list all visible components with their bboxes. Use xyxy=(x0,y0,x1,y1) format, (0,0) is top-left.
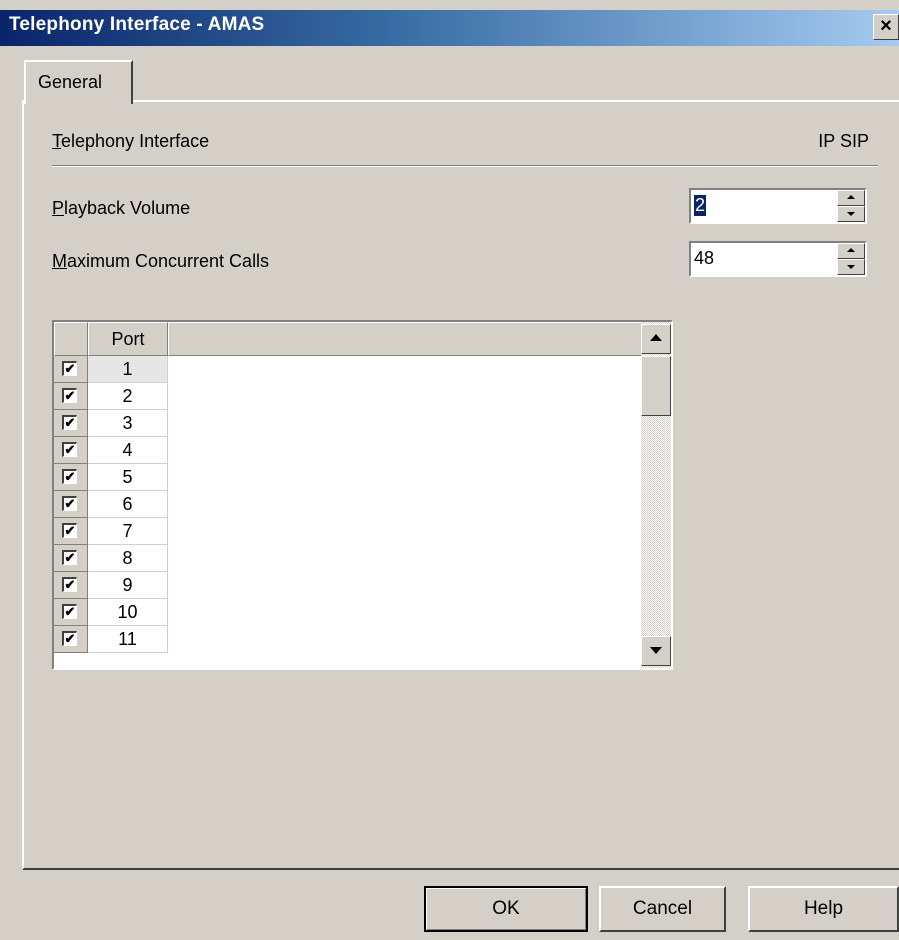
playback-volume-spinner[interactable]: 2 xyxy=(689,188,867,224)
port-enabled-checkbox[interactable]: ✔ xyxy=(62,631,77,646)
arrow-up-icon xyxy=(847,195,855,199)
column-header-port[interactable]: Port xyxy=(88,322,168,356)
checkmark-icon: ✔ xyxy=(64,577,76,592)
port-grid[interactable]: Port ✔ 1 ✔ 2 ✔ 3 ✔ 4 ✔ 5 ✔ 6 ✔ 7 ✔ 8 ✔ 9 ✔ 10 ✔ 11 xyxy=(52,320,673,670)
checkmark-icon: ✔ xyxy=(64,388,76,403)
tab-general-label: General xyxy=(38,72,103,92)
row-check-cell: ✔ xyxy=(54,518,88,545)
help-button[interactable]: Help xyxy=(748,886,899,932)
playback-volume-down-button[interactable] xyxy=(837,206,865,222)
checkmark-icon: ✔ xyxy=(64,550,76,565)
scroll-thumb[interactable] xyxy=(641,356,671,416)
max-calls-up-button[interactable] xyxy=(837,243,865,259)
arrow-down-icon xyxy=(847,265,855,269)
row-check-cell: ✔ xyxy=(54,491,88,518)
checkmark-icon: ✔ xyxy=(64,631,76,646)
column-header-blank[interactable] xyxy=(168,322,642,356)
port-enabled-checkbox[interactable]: ✔ xyxy=(62,496,77,511)
title-bar: Telephony Interface - AMAS × xyxy=(0,10,899,46)
close-button[interactable]: × xyxy=(873,14,899,40)
telephony-interface-label: Telephony Interface xyxy=(52,131,210,151)
table-row[interactable]: ✔ 5 xyxy=(54,464,642,491)
playback-volume-spin-buttons xyxy=(837,190,865,222)
cancel-button[interactable]: Cancel xyxy=(599,886,726,932)
port-number-cell: 2 xyxy=(88,383,168,410)
port-enabled-checkbox[interactable]: ✔ xyxy=(62,361,77,376)
playback-volume-up-button[interactable] xyxy=(837,190,865,206)
port-enabled-checkbox[interactable]: ✔ xyxy=(62,415,77,430)
table-row[interactable]: ✔ 6 xyxy=(54,491,642,518)
scroll-down-button[interactable] xyxy=(641,636,671,666)
row-check-cell: ✔ xyxy=(54,410,88,437)
max-concurrent-calls-spinner[interactable]: 48 xyxy=(689,241,867,277)
port-enabled-checkbox[interactable]: ✔ xyxy=(62,388,77,403)
port-number-cell: 6 xyxy=(88,491,168,518)
tab-general[interactable]: General xyxy=(24,60,133,104)
table-row[interactable]: ✔ 11 xyxy=(54,626,642,653)
table-row[interactable]: ✔ 2 xyxy=(54,383,642,410)
telephony-interface-value: IP SIP xyxy=(818,131,869,151)
table-row[interactable]: ✔ 10 xyxy=(54,599,642,626)
checkmark-icon: ✔ xyxy=(64,604,76,619)
port-enabled-checkbox[interactable]: ✔ xyxy=(62,469,77,484)
port-grid-header: Port xyxy=(54,322,642,356)
table-row[interactable]: ✔ 4 xyxy=(54,437,642,464)
table-row[interactable]: ✔ 7 xyxy=(54,518,642,545)
dialog-window: Telephony Interface - AMAS × General Tel… xyxy=(0,0,899,940)
ok-button[interactable]: OK xyxy=(424,886,588,932)
checkmark-icon: ✔ xyxy=(64,523,76,538)
column-header-check[interactable] xyxy=(54,322,88,356)
checkmark-icon: ✔ xyxy=(64,496,76,511)
port-grid-rows: ✔ 1 ✔ 2 ✔ 3 ✔ 4 ✔ 5 ✔ 6 ✔ 7 ✔ 8 ✔ 9 ✔ 10 ✔ 11 xyxy=(54,356,642,668)
row-check-cell: ✔ xyxy=(54,599,88,626)
scroll-up-button[interactable] xyxy=(641,324,671,354)
close-icon: × xyxy=(880,15,892,37)
max-calls-spin-buttons xyxy=(837,243,865,275)
max-calls-down-button[interactable] xyxy=(837,259,865,275)
port-number-cell: 5 xyxy=(88,464,168,491)
port-enabled-checkbox[interactable]: ✔ xyxy=(62,523,77,538)
arrow-up-icon xyxy=(650,334,662,341)
checkmark-icon: ✔ xyxy=(64,469,76,484)
port-number-cell: 11 xyxy=(88,626,168,653)
checkmark-icon: ✔ xyxy=(64,442,76,457)
table-row[interactable]: ✔ 9 xyxy=(54,572,642,599)
max-concurrent-calls-input[interactable]: 48 xyxy=(694,248,714,269)
table-row[interactable]: ✔ 1 xyxy=(54,356,642,383)
port-enabled-checkbox[interactable]: ✔ xyxy=(62,577,77,592)
row-check-cell: ✔ xyxy=(54,572,88,599)
checkmark-icon: ✔ xyxy=(64,361,76,376)
port-number-cell: 8 xyxy=(88,545,168,572)
port-number-cell: 10 xyxy=(88,599,168,626)
playback-volume-label: Playback Volume xyxy=(52,198,191,218)
port-number-cell: 1 xyxy=(88,356,168,383)
section-divider xyxy=(52,165,878,167)
port-enabled-checkbox[interactable]: ✔ xyxy=(62,442,77,457)
port-number-cell: 9 xyxy=(88,572,168,599)
table-row[interactable]: ✔ 8 xyxy=(54,545,642,572)
arrow-up-icon xyxy=(847,248,855,252)
table-row[interactable]: ✔ 3 xyxy=(54,410,642,437)
row-check-cell: ✔ xyxy=(54,626,88,653)
row-check-cell: ✔ xyxy=(54,545,88,572)
port-number-cell: 4 xyxy=(88,437,168,464)
checkmark-icon: ✔ xyxy=(64,415,76,430)
port-grid-scrollbar[interactable] xyxy=(641,322,671,668)
row-check-cell: ✔ xyxy=(54,437,88,464)
port-number-cell: 7 xyxy=(88,518,168,545)
row-check-cell: ✔ xyxy=(54,464,88,491)
row-check-cell: ✔ xyxy=(54,383,88,410)
max-concurrent-calls-label: Maximum Concurrent Calls xyxy=(52,251,270,271)
row-check-cell: ✔ xyxy=(54,356,88,383)
arrow-down-icon xyxy=(847,212,855,216)
port-enabled-checkbox[interactable]: ✔ xyxy=(62,550,77,565)
arrow-down-icon xyxy=(650,647,662,654)
window-title: Telephony Interface - AMAS xyxy=(9,14,265,35)
port-enabled-checkbox[interactable]: ✔ xyxy=(62,604,77,619)
port-number-cell: 3 xyxy=(88,410,168,437)
playback-volume-input[interactable]: 2 xyxy=(694,195,707,216)
